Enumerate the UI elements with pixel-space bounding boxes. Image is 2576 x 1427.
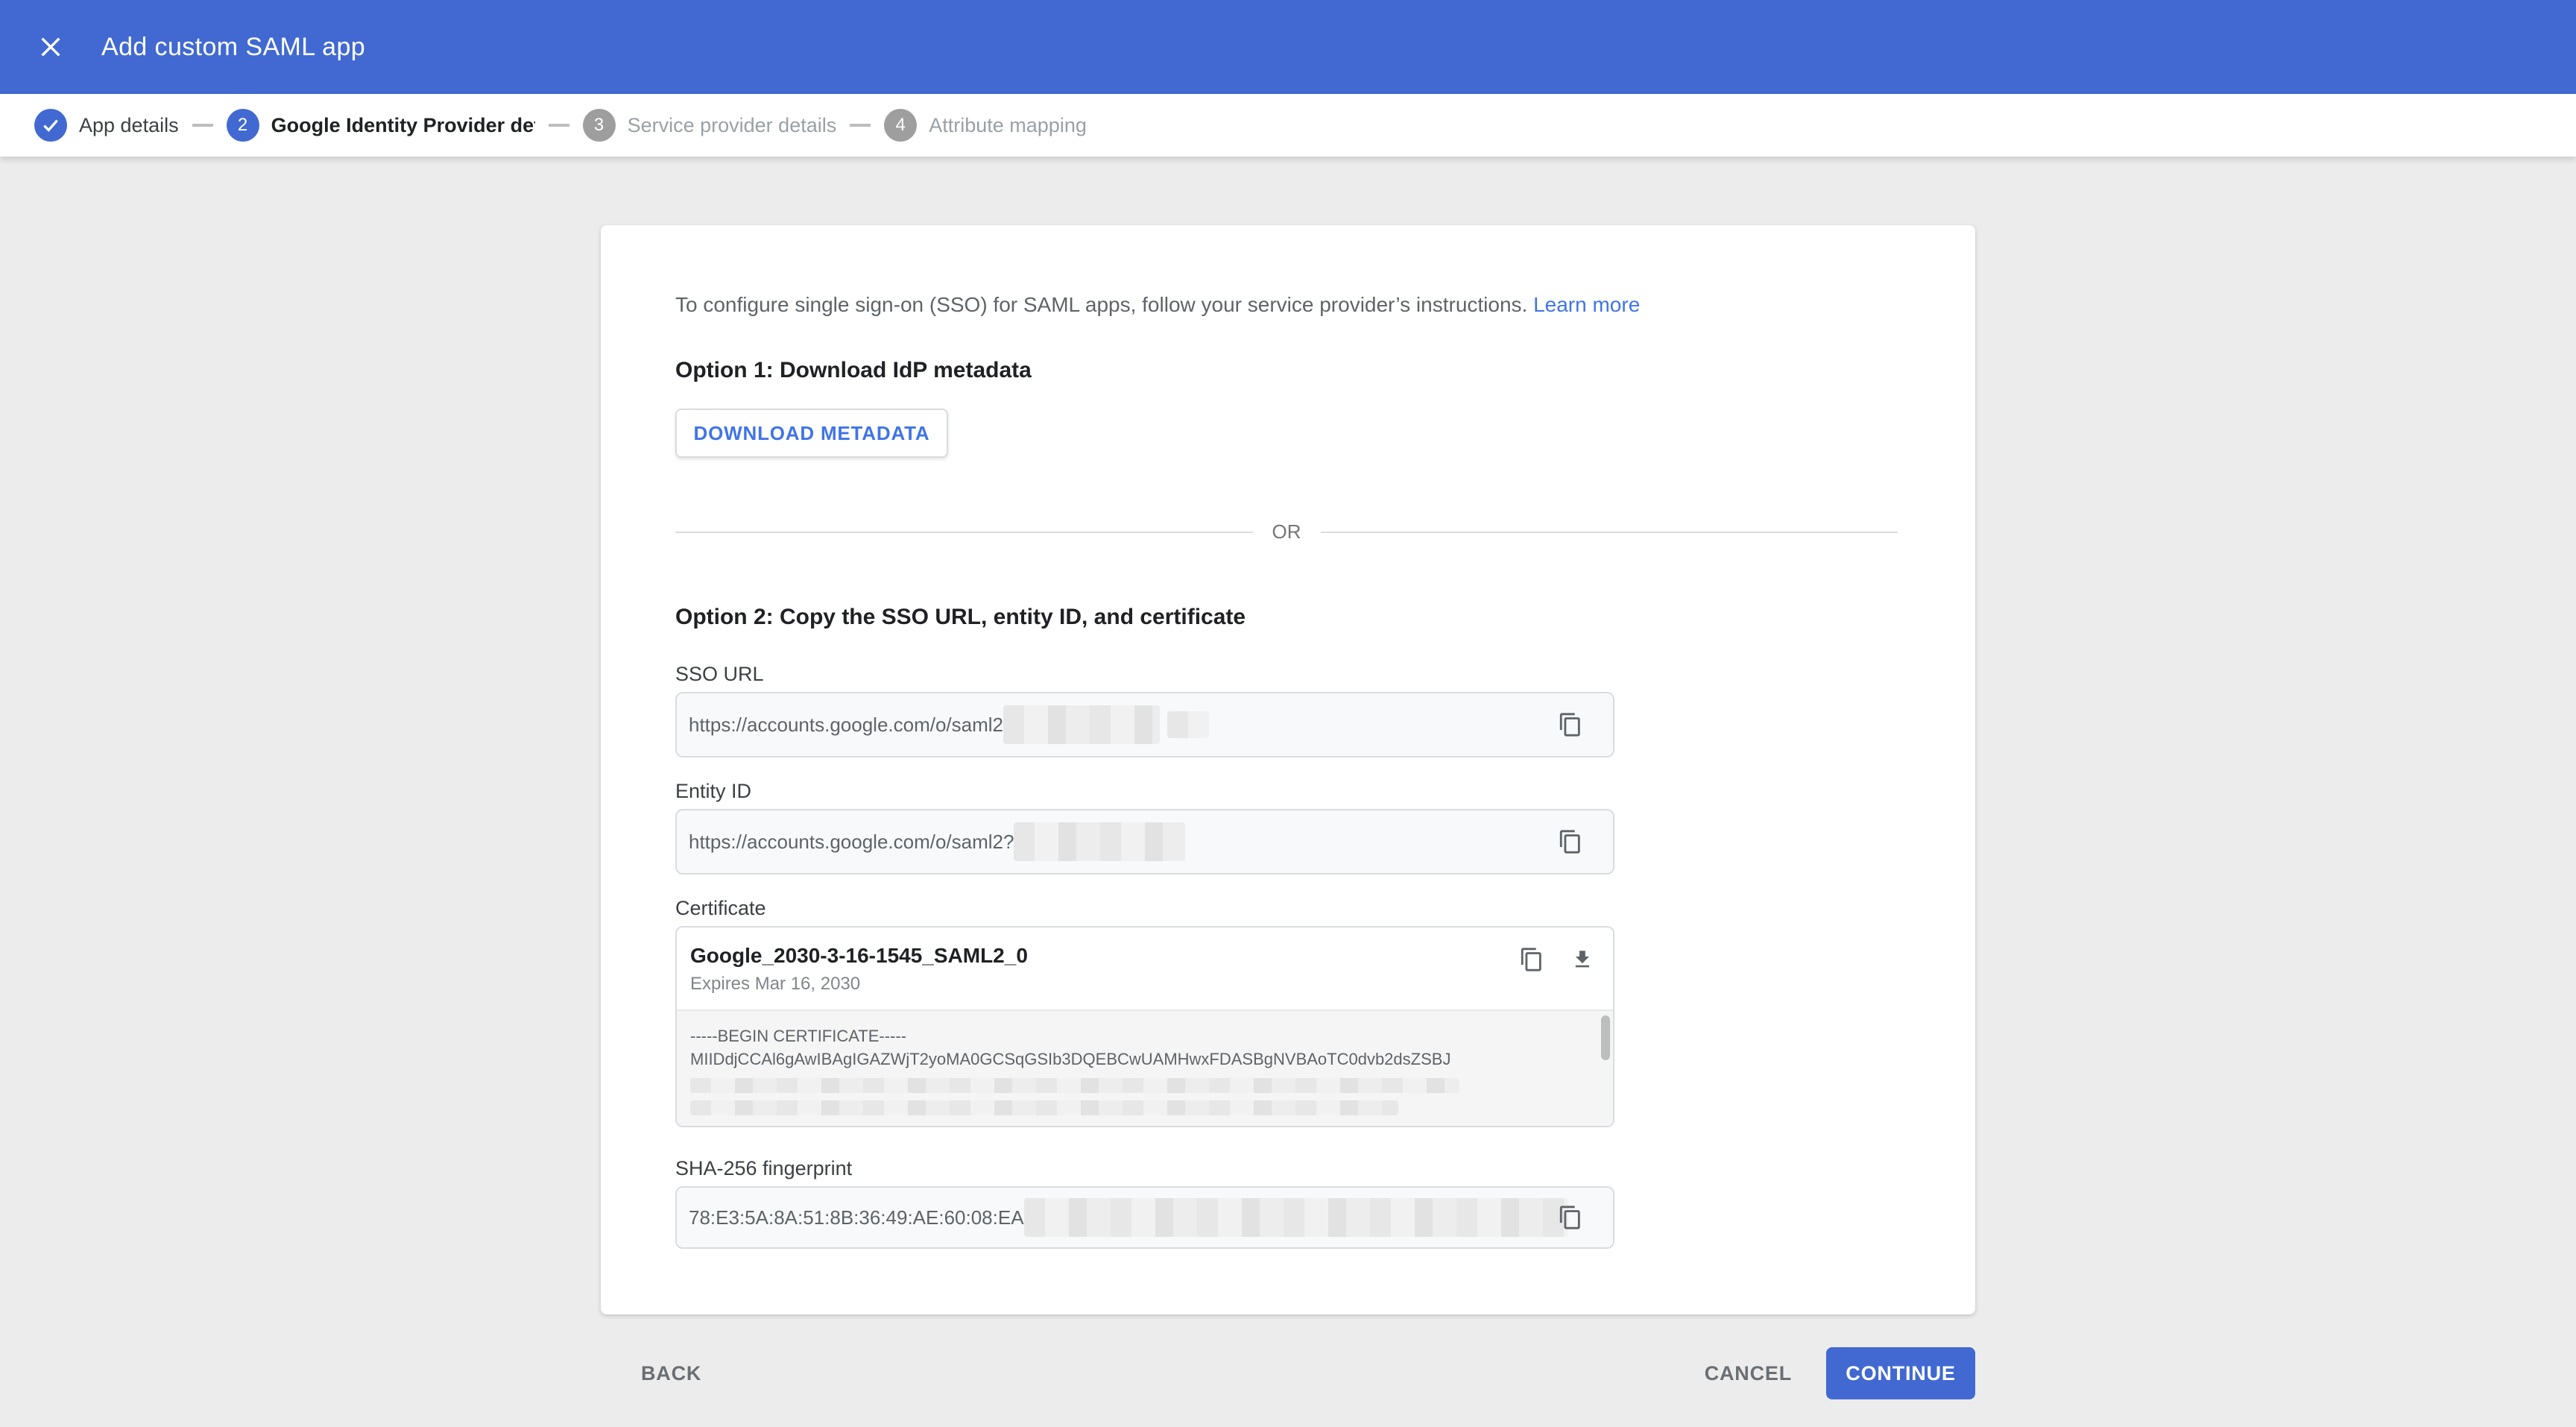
redacted-text xyxy=(690,1100,1398,1115)
step-google-identity-provider-details: 2 Google Identity Provider details xyxy=(226,109,535,142)
step-label: Service provider details xyxy=(627,113,837,136)
certificate-header: Google_2030-3-16-1545_SAML2_0 Expires Ma… xyxy=(677,927,1613,1009)
divider-line xyxy=(675,531,1253,533)
or-divider: OR xyxy=(675,520,1898,544)
certificate-body[interactable]: -----BEGIN CERTIFICATE----- MIIDdjCCAl6g… xyxy=(677,1009,1613,1126)
copy-sha256-button[interactable] xyxy=(1555,1202,1586,1233)
step-number-circle: 2 xyxy=(226,109,259,142)
sso-url-label: SSO URL xyxy=(675,663,764,685)
certificate-line: MIIDdjCCAl6gAwIBAgIGAZWjT2yoMA0GCSqGSIb3… xyxy=(690,1050,1451,1068)
copy-icon xyxy=(1559,830,1580,854)
check-icon xyxy=(43,119,58,132)
certificate-line: -----BEGIN CERTIFICATE----- xyxy=(690,1027,907,1045)
step-app-details[interactable]: App details xyxy=(34,109,179,142)
step-service-provider-details: 3 Service provider details xyxy=(582,109,837,142)
certificate-card: Google_2030-3-16-1545_SAML2_0 Expires Ma… xyxy=(675,926,1614,1127)
download-metadata-button[interactable]: DOWNLOAD METADATA xyxy=(675,409,948,458)
download-icon xyxy=(1575,951,1590,968)
idp-details-card: To configure single sign-on (SSO) for SA… xyxy=(601,225,1975,1314)
copy-icon xyxy=(1559,713,1580,737)
copy-sso-url-button[interactable] xyxy=(1555,709,1586,740)
divider-line xyxy=(1320,531,1898,533)
close-button[interactable] xyxy=(30,26,72,68)
step-label: Attribute mapping xyxy=(929,113,1087,136)
step-connector xyxy=(850,124,871,127)
option2-heading: Option 2: Copy the SSO URL, entity ID, a… xyxy=(675,605,1246,629)
step-label: Google Identity Provider details xyxy=(271,113,535,136)
dialog-body: To configure single sign-on (SSO) for SA… xyxy=(0,225,2576,1399)
step-number-circle: 4 xyxy=(884,109,918,142)
entity-id-label: Entity ID xyxy=(675,780,752,802)
dialog-header: Add custom SAML app xyxy=(0,0,2576,94)
back-button[interactable]: BACK xyxy=(632,1350,710,1397)
dialog-title: Add custom SAML app xyxy=(101,32,366,61)
sha256-fingerprint-value: 78:E3:5A:8A:51:8B:36:49:AE:60:08:EA xyxy=(689,1206,1024,1229)
intro-text: To configure single sign-on (SSO) for SA… xyxy=(675,293,1528,316)
add-custom-saml-app-dialog: Add custom SAML app App details 2 Google… xyxy=(0,0,2576,1427)
sso-url-value: https://accounts.google.com/o/saml2 xyxy=(689,713,1004,736)
entity-id-field: https://accounts.google.com/o/saml2? xyxy=(675,809,1614,875)
learn-more-link[interactable]: Learn more xyxy=(1533,293,1640,316)
intro-paragraph: To configure single sign-on (SSO) for SA… xyxy=(675,291,1898,319)
certificate-expiry: Expires Mar 16, 2030 xyxy=(690,974,861,994)
copy-icon xyxy=(1559,1206,1580,1229)
step-completed-circle xyxy=(34,109,67,142)
divider-label: OR xyxy=(1272,520,1301,543)
redacted-text xyxy=(690,1078,1459,1093)
sso-url-field: https://accounts.google.com/o/saml2 xyxy=(675,692,1614,757)
scrollbar-thumb[interactable] xyxy=(1601,1015,1610,1060)
copy-icon xyxy=(1521,948,1541,971)
copy-entity-id-button[interactable] xyxy=(1555,826,1586,857)
continue-button[interactable]: CONTINUE xyxy=(1826,1347,1975,1399)
sha256-fingerprint-field: 78:E3:5A:8A:51:8B:36:49:AE:60:08:EA xyxy=(675,1186,1614,1249)
step-connector xyxy=(548,124,569,127)
redacted-text xyxy=(1023,1198,1568,1237)
close-icon xyxy=(41,37,60,57)
stepper: App details 2 Google Identity Provider d… xyxy=(0,94,2576,157)
step-number-circle: 3 xyxy=(582,109,616,142)
step-connector xyxy=(192,124,213,127)
certificate-name: Google_2030-3-16-1545_SAML2_0 xyxy=(690,944,1028,967)
cancel-button[interactable]: CANCEL xyxy=(1696,1350,1801,1397)
download-certificate-button[interactable] xyxy=(1570,947,1595,972)
certificate-label: Certificate xyxy=(675,897,766,919)
redacted-text xyxy=(1003,705,1161,744)
step-label: App details xyxy=(79,113,179,136)
certificate-info: Google_2030-3-16-1545_SAML2_0 Expires Ma… xyxy=(690,944,1028,995)
entity-id-value: https://accounts.google.com/o/saml2? xyxy=(689,830,1014,853)
dialog-footer: BACK CANCEL CONTINUE xyxy=(632,1347,1975,1399)
step-attribute-mapping: 4 Attribute mapping xyxy=(884,109,1087,142)
option1-heading: Option 1: Download IdP metadata xyxy=(675,358,1032,382)
certificate-actions xyxy=(1519,947,1595,972)
redacted-text xyxy=(1167,711,1210,738)
copy-certificate-button[interactable] xyxy=(1519,947,1544,972)
redacted-text xyxy=(1014,822,1186,861)
sha256-fingerprint-label: SHA-256 fingerprint xyxy=(675,1157,853,1179)
